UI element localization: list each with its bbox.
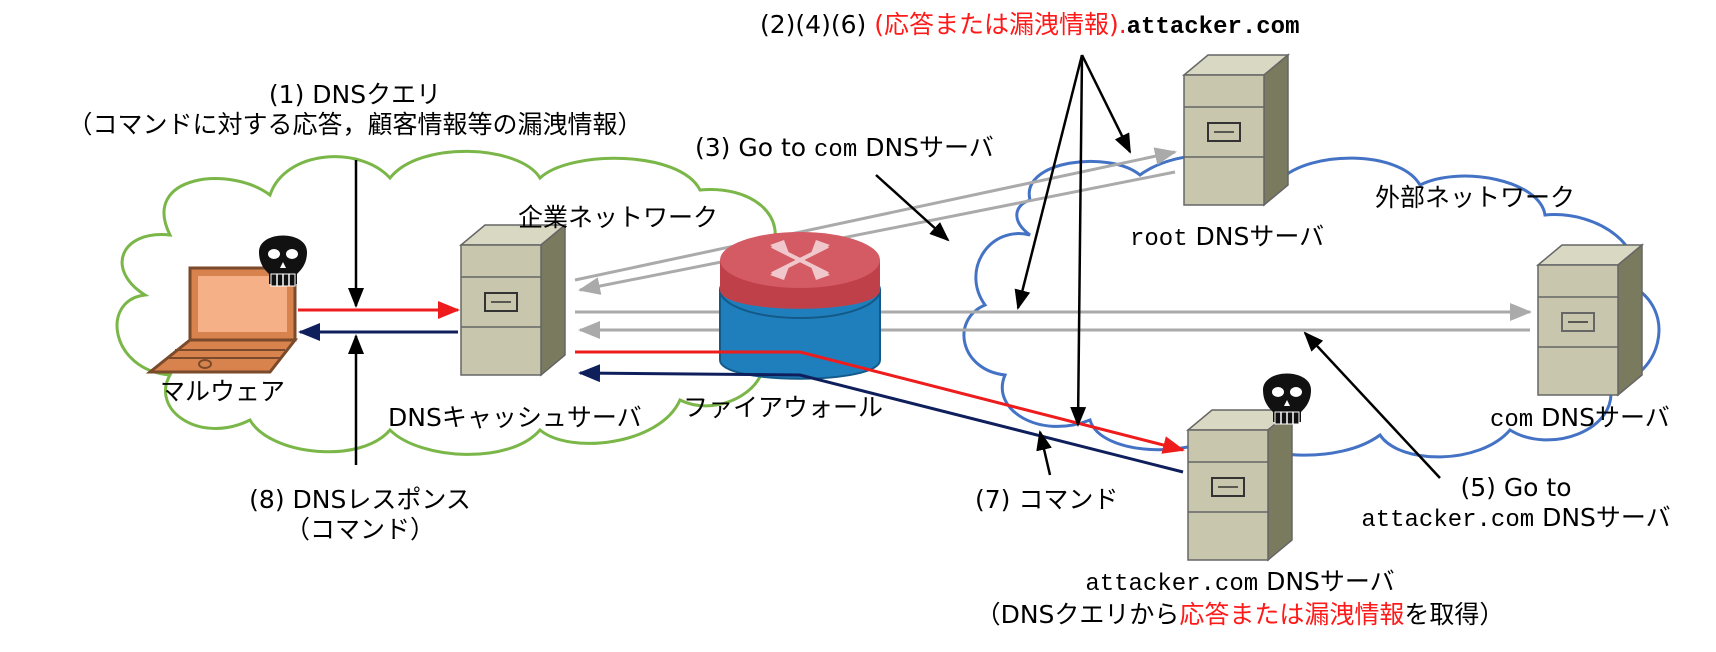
external-network-label: 外部ネットワーク: [1375, 183, 1576, 212]
step3-suffix: DNSサーバ: [857, 133, 994, 162]
step5-line1: (5) Go to: [1460, 473, 1572, 502]
attacker-suffix: DNSサーバ: [1258, 567, 1395, 596]
root-mono: root: [1130, 226, 1188, 253]
attacker-line2-highlight: 応答または漏洩情報: [1179, 600, 1405, 629]
root-suffix: DNSサーバ: [1187, 222, 1325, 251]
step3-label: (3) Go to com DNSサーバ: [695, 133, 994, 166]
top-label-highlight: (応答または漏洩情報).: [874, 10, 1127, 39]
step5-label: (5) Go to attacker.com DNSサーバ: [1330, 473, 1702, 536]
malware-label: マルウェア: [160, 377, 286, 406]
step3-mono: com: [814, 137, 858, 164]
step7-label: (7) コマンド: [975, 485, 1119, 514]
step3-prefix: (3) Go to: [695, 133, 815, 162]
step8-line1: (8) DNSレスポンス: [249, 485, 471, 514]
step5-suffix: DNSサーバ: [1534, 503, 1671, 532]
firewall-label: ファイアウォール: [683, 393, 884, 422]
step5-line2: attacker.com DNSサーバ: [1330, 503, 1702, 536]
com-dns-server-label: com DNSサーバ: [1490, 403, 1670, 436]
server-icon: [1185, 408, 1295, 562]
step1-line1: (1) DNSクエリ: [268, 80, 442, 109]
attacker-mono: attacker.com: [1085, 571, 1259, 598]
step8-label: (8) DNSレスポンス （コマンド）: [230, 485, 490, 545]
step8-line2: （コマンド）: [284, 515, 435, 544]
dns-cache-server-label: DNSキャッシュサーバ: [388, 403, 642, 432]
top-label-steps: (2)(4)(6): [760, 10, 875, 39]
top-label-domain: attacker.com: [1126, 14, 1300, 41]
step5-mono: attacker.com: [1361, 507, 1535, 534]
attacker-line2-a: （DNSクエリから: [975, 600, 1180, 629]
server-icon: [1535, 243, 1645, 397]
server-icon: [1181, 53, 1291, 207]
com-mono: com: [1490, 407, 1534, 434]
attacker-line2-b: を取得）: [1404, 600, 1505, 629]
router-firewall-icon: [719, 232, 881, 380]
server-icon: [458, 223, 568, 377]
corporate-network-label: 企業ネットワーク: [518, 203, 719, 232]
attacker-line1: attacker.com DNSサーバ: [940, 567, 1540, 600]
attacker-line2: （DNSクエリから応答または漏洩情報を取得）: [940, 600, 1540, 630]
dns-tunneling-diagram: (2)(4)(6) (応答または漏洩情報).attacker.com (1) D…: [0, 0, 1716, 652]
root-dns-server-label: root DNSサーバ: [1130, 222, 1324, 255]
step1-label: (1) DNSクエリ （コマンドに対する応答，顧客情報等の漏洩情報）: [20, 80, 690, 140]
attacker-dns-server-label: attacker.com DNSサーバ （DNSクエリから応答または漏洩情報を取…: [940, 567, 1540, 630]
top-label: (2)(4)(6) (応答または漏洩情報).attacker.com: [760, 10, 1299, 43]
com-suffix: DNSサーバ: [1533, 403, 1670, 432]
step1-line2: （コマンドに対する応答，顧客情報等の漏洩情報）: [67, 110, 643, 139]
